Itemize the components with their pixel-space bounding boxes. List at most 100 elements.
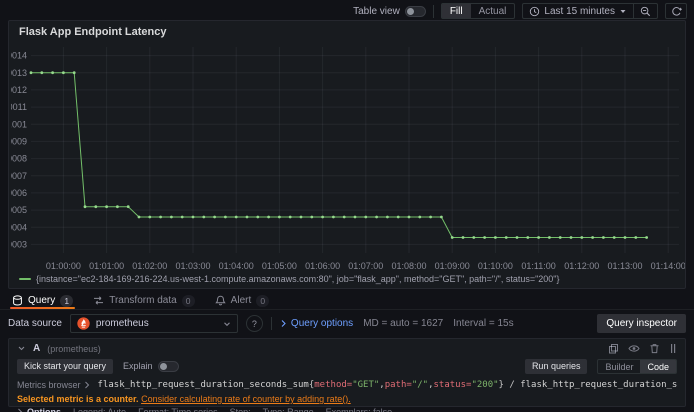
svg-text:01:04:00: 01:04:00 <box>219 261 254 271</box>
svg-text:01:01:00: 01:01:00 <box>89 261 124 271</box>
builder-option[interactable]: Builder <box>598 360 640 373</box>
chart-legend[interactable]: {instance="ec2-184-169-216-224.us-west-1… <box>19 274 560 284</box>
query-expression-row: Metrics browser flask_http_request_durat… <box>17 378 677 392</box>
svg-text:01:10:00: 01:10:00 <box>478 261 513 271</box>
svg-text:01:14:00: 01:14:00 <box>651 261 685 271</box>
option-legend: Legend: Auto <box>73 407 127 412</box>
panel-title: Flask App Endpoint Latency <box>19 26 167 38</box>
table-view-toggle[interactable] <box>404 5 426 17</box>
option-type: Type: Range <box>262 407 314 412</box>
svg-text:0.0011: 0.0011 <box>11 102 27 112</box>
svg-text:01:06:00: 01:06:00 <box>305 261 340 271</box>
code-option[interactable]: Code <box>640 359 676 373</box>
svg-text:01:05:00: 01:05:00 <box>262 261 297 271</box>
chevron-right-icon <box>18 408 23 412</box>
ds-row-divider <box>270 317 272 330</box>
run-queries-button[interactable]: Run queries <box>524 358 588 374</box>
svg-text:01:02:00: 01:02:00 <box>132 261 167 271</box>
promql-expression-input[interactable]: flask_http_request_duration_seconds_sum{… <box>98 380 677 390</box>
metrics-browser-toggle[interactable]: Metrics browser <box>17 380 90 390</box>
chart-plot-area[interactable]: 0.0003 0.0004 0.0005 0.0006 0.0007 0.0008 0.00… <box>0 39 686 277</box>
datasource-picker[interactable]: prometheus <box>69 314 238 333</box>
query-options: Query options MD = auto = 1627 Interval … <box>280 318 514 329</box>
table-view-label: Table view <box>353 5 400 17</box>
table-view-control: Table view <box>353 5 426 17</box>
svg-text:01:08:00: 01:08:00 <box>391 261 426 271</box>
svg-text:01:11:00: 01:11:00 <box>521 261 555 271</box>
caret-down-icon <box>620 10 626 13</box>
chevron-down-icon <box>224 321 230 326</box>
trash-icon[interactable] <box>649 343 660 354</box>
refresh-icon <box>671 6 682 16</box>
actual-button[interactable]: Actual <box>471 4 515 18</box>
query-options-toggle[interactable]: Query options <box>280 318 353 329</box>
legend-series-label: {instance="ec2-184-169-216-224.us-west-1… <box>36 274 560 284</box>
tab-transform-count: 0 <box>181 294 195 307</box>
drag-handle-icon[interactable] <box>669 343 677 354</box>
svg-text:0.0005: 0.0005 <box>11 205 27 215</box>
query-options-row: Options Legend: Auto Format: Time series… <box>17 407 677 412</box>
explain-control: Explain <box>123 360 179 372</box>
explain-label: Explain <box>123 361 153 371</box>
query-inspector-button[interactable]: Query inspector <box>597 314 686 333</box>
timeseries-panel: Flask App Endpoint Latency 0.00030.00040… <box>0 20 686 289</box>
options-toggle[interactable]: Options <box>17 407 61 412</box>
time-range-picker[interactable]: Last 15 minutes <box>523 4 633 18</box>
query-ref-id[interactable]: A <box>33 343 40 354</box>
tab-query[interactable]: Query 1 <box>10 292 76 309</box>
option-exemplars: Exemplars: false <box>325 407 393 412</box>
svg-text:0.0012: 0.0012 <box>11 85 27 95</box>
datasource-name: prometheus <box>95 318 149 329</box>
tab-query-label: Query <box>28 295 56 306</box>
svg-text:01:13:00: 01:13:00 <box>607 261 642 271</box>
tab-alert[interactable]: Alert 0 <box>213 292 272 309</box>
query-datasource-hint: (prometheus) <box>47 343 101 354</box>
prometheus-icon <box>77 317 90 330</box>
svg-text:01:07:00: 01:07:00 <box>348 261 383 271</box>
tab-query-count: 1 <box>60 294 74 307</box>
fill-button[interactable]: Fill <box>441 4 471 18</box>
datasource-help-button[interactable]: ? <box>245 315 263 332</box>
panel-edit-topbar: Table view Fill Actual Last 15 minutes <box>0 0 694 19</box>
collapse-chevron-icon[interactable] <box>17 344 26 353</box>
svg-text:0.0013: 0.0013 <box>11 68 27 78</box>
datasource-label: Data source <box>8 318 62 329</box>
kick-start-query-button[interactable]: Kick start your query <box>17 358 114 374</box>
svg-text:0.0003: 0.0003 <box>11 239 27 249</box>
fill-actual-group: Fill Actual <box>440 3 516 19</box>
svg-text:01:09:00: 01:09:00 <box>435 261 470 271</box>
query-options-label: Query options <box>290 318 354 329</box>
svg-text:0.0007: 0.0007 <box>11 171 27 181</box>
legend-series-swatch <box>19 278 31 280</box>
svg-text:0.001: 0.001 <box>11 119 27 129</box>
svg-text:0.0009: 0.0009 <box>11 136 27 146</box>
query-toolbar: Kick start your query Explain Run querie… <box>17 357 677 375</box>
copy-icon[interactable] <box>608 343 619 354</box>
builder-code-toggle: Builder Code <box>597 358 677 374</box>
query-editor-card: A (prometheus) Kick start your query Exp… <box>8 338 686 412</box>
query-row-header: A (prometheus) <box>17 342 677 355</box>
warning-text: Selected metric is a counter. <box>17 394 139 404</box>
bell-icon <box>214 295 226 306</box>
warning-fix-link[interactable]: Consider calculating rate of counter by … <box>141 394 351 404</box>
tab-transform-label: Transform data <box>109 295 177 306</box>
database-icon <box>13 295 22 306</box>
tab-alert-count: 0 <box>256 294 270 307</box>
chevron-right-icon <box>281 320 286 327</box>
svg-text:01:00:00: 01:00:00 <box>46 261 81 271</box>
interval-summary: Interval = 15s <box>453 318 514 329</box>
eye-icon[interactable] <box>628 343 640 354</box>
svg-text:01:03:00: 01:03:00 <box>175 261 210 271</box>
option-step: Step: <box>229 407 251 412</box>
options-label: Options <box>27 407 61 412</box>
zoom-out-button[interactable] <box>633 4 657 18</box>
metrics-browser-label: Metrics browser <box>17 380 81 390</box>
explain-toggle[interactable] <box>157 360 179 372</box>
svg-text:0.0006: 0.0006 <box>11 188 27 198</box>
refresh-button[interactable] <box>665 3 687 19</box>
svg-text:0.0004: 0.0004 <box>11 222 27 232</box>
svg-text:0.0008: 0.0008 <box>11 154 27 164</box>
datasource-bar: Data source prometheus ? Query options M… <box>0 311 694 336</box>
svg-text:0.0014: 0.0014 <box>11 51 27 61</box>
tab-transform-data[interactable]: Transform data 0 <box>91 292 196 309</box>
